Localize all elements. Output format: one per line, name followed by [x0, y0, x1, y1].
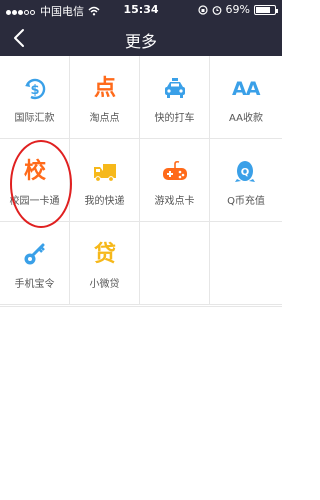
grid-item-label: AA收款 [229, 113, 263, 124]
page-title: 更多 [124, 32, 157, 51]
campus-card-icon: 校 [23, 159, 46, 184]
grid-item-game-card[interactable]: 游戏点卡 [140, 139, 210, 222]
gamepad-icon [163, 160, 187, 180]
grid-item-label: 淘点点 [89, 113, 120, 124]
battery-icon [254, 4, 278, 15]
grid-item-label: Q币充值 [227, 196, 265, 207]
battery-percent: 69% [225, 3, 250, 16]
grid-item-label: 校园一卡通 [9, 196, 60, 207]
delivery-truck-icon [94, 164, 116, 182]
grid-item-q-coin[interactable]: Q Q币充值 [210, 139, 282, 222]
grid-empty-cell [140, 222, 210, 305]
grid-item-micro-loan[interactable]: 贷 小微贷 [70, 222, 140, 305]
service-grid: $ 国际汇款 点 淘点点 快的打车 AA AA收款 校 校园一卡通 我的快递 游… [0, 56, 282, 307]
status-bar: 中国电信 15:34 69% [0, 0, 282, 20]
status-right: 69% [197, 3, 278, 16]
qq-penguin-icon: Q [235, 161, 255, 182]
svg-text:Q: Q [241, 167, 250, 178]
grid-item-my-delivery[interactable]: 我的快递 [70, 139, 140, 222]
grid-item-campus-card[interactable]: 校 校园一卡通 [0, 139, 70, 222]
dollar-globe-icon: $ [25, 78, 46, 100]
grid-item-label: 小微贷 [89, 279, 120, 290]
aa-icon: AA [232, 78, 260, 100]
key-icon [24, 243, 45, 265]
grid-empty-cell [210, 222, 282, 305]
grid-item-label: 手机宝令 [14, 279, 55, 290]
loan-icon: 贷 [93, 242, 116, 267]
grid-item-label: 游戏点卡 [154, 196, 195, 207]
grid-item-label: 快的打车 [154, 113, 195, 124]
taxi-icon [165, 78, 185, 98]
grid-item-phone-token[interactable]: 手机宝令 [0, 222, 70, 305]
grid-item-taxi[interactable]: 快的打车 [140, 56, 210, 139]
taodiandian-icon: 点 [93, 76, 116, 101]
grid-item-taodiandian[interactable]: 点 淘点点 [70, 56, 140, 139]
nav-bar: 更多 [0, 20, 282, 56]
grid-item-label: 国际汇款 [14, 113, 55, 124]
grid-item-aa-collect[interactable]: AA AA收款 [210, 56, 282, 139]
grid-item-international-remit[interactable]: $ 国际汇款 [0, 56, 70, 139]
rotation-lock-icon [197, 4, 208, 15]
alarm-icon [212, 5, 221, 15]
svg-text:$: $ [30, 83, 39, 98]
grid-item-label: 我的快递 [84, 196, 125, 207]
